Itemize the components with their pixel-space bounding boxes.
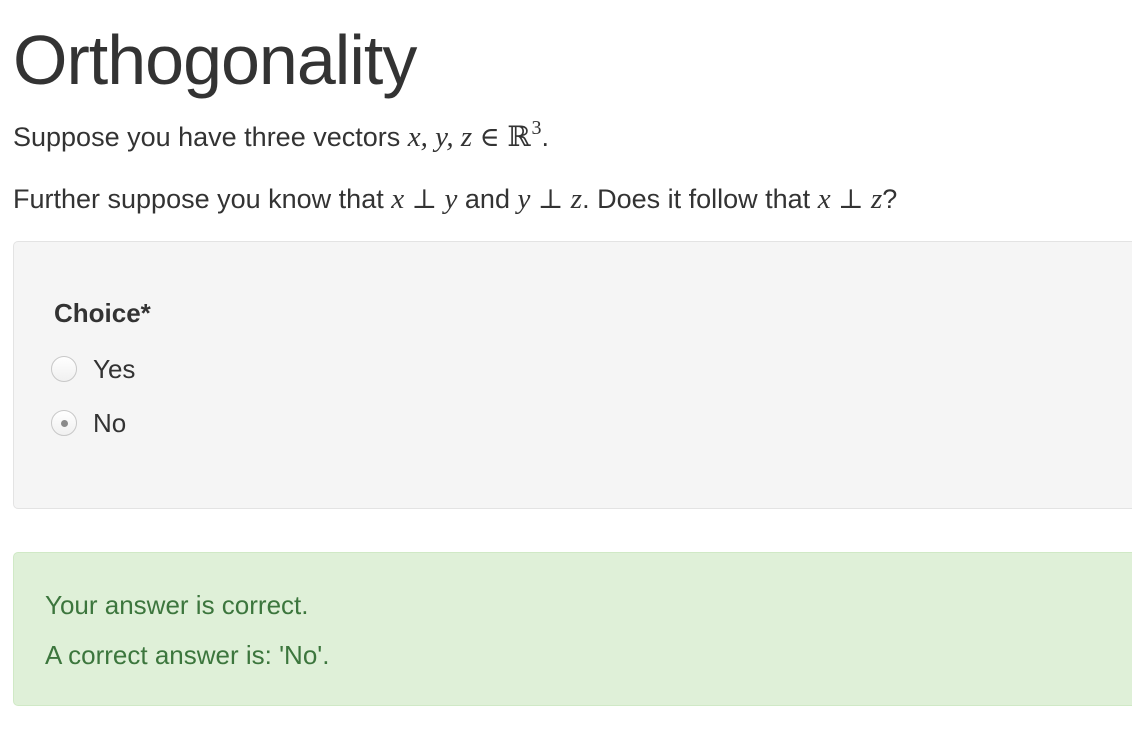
math-element-of: ∈ <box>479 122 500 153</box>
option-no-label[interactable]: No <box>93 408 126 439</box>
math-exponent: 3 <box>531 117 542 139</box>
option-yes[interactable]: Yes <box>51 354 135 384</box>
math-vectors: x, y, z <box>407 121 473 153</box>
math-z-1: z <box>570 183 583 215</box>
math-y-2: y <box>517 183 531 215</box>
math-x-2: x <box>817 183 831 215</box>
radio-selected-dot <box>60 419 68 427</box>
radio-no[interactable] <box>51 410 77 436</box>
math-perp-1: ⊥ <box>411 184 438 215</box>
prompt-text-b: and <box>457 184 518 214</box>
option-yes-label[interactable]: Yes <box>93 354 135 385</box>
question-intro: Suppose you have three vectors x, y, z ∈… <box>13 117 550 157</box>
math-z-2: z <box>871 183 883 215</box>
radio-yes[interactable] <box>51 356 77 382</box>
prompt-end: ? <box>882 184 898 214</box>
math-x-1: x <box>391 183 405 215</box>
feedback-status: Your answer is correct. <box>45 590 309 620</box>
math-real-set: ℝ <box>507 120 531 153</box>
answer-panel: Choice* Yes No <box>13 241 1132 509</box>
question-prompt: Further suppose you know that x ⊥ y and … <box>13 182 897 217</box>
math-perp-3: ⊥ <box>838 184 864 215</box>
prompt-text-a: Further suppose you know that <box>13 184 392 214</box>
feedback-answer: A correct answer is: 'No'. <box>45 640 330 670</box>
prompt-text-c: . Does it follow that <box>582 184 818 214</box>
math-y-1: y <box>444 183 458 215</box>
feedback-alert: Your answer is correct. A correct answer… <box>13 552 1132 706</box>
page-title: Orthogonality <box>13 21 417 99</box>
question-intro-text: Suppose you have three vectors <box>13 122 408 152</box>
choice-label: Choice* <box>54 298 151 328</box>
math-perp-2: ⊥ <box>537 184 564 215</box>
question-intro-end: . <box>541 122 550 152</box>
option-no[interactable]: No <box>51 408 126 438</box>
